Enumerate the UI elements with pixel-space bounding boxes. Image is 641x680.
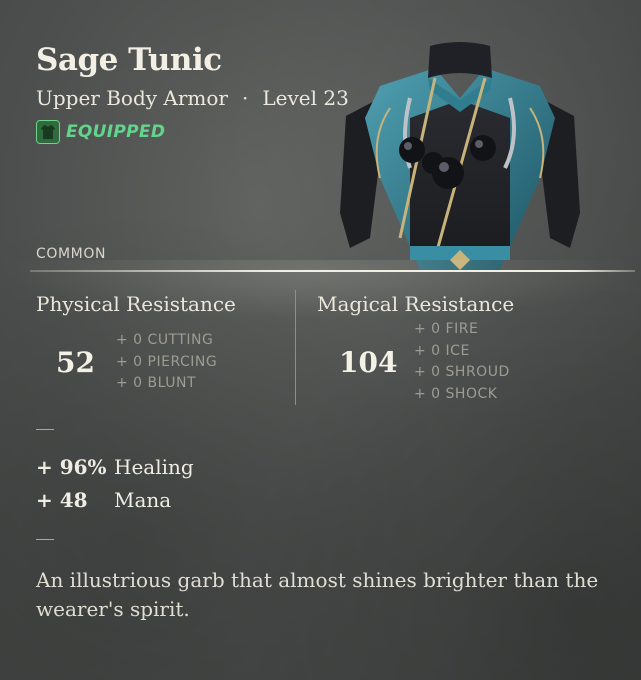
physical-resistance-value: 52	[56, 346, 95, 379]
piercing-resistance: + 0 PIERCING	[116, 353, 218, 370]
physical-subresistance-list: + 0 CUTTING + 0 PIERCING + 0 BLUNT	[116, 330, 217, 395]
bonus-value: + 48	[36, 488, 88, 512]
cutting-resistance: + 0 CUTTING	[116, 332, 214, 348]
item-name: Sage Tunic	[36, 42, 222, 78]
bonus-value: + 96%	[36, 455, 107, 479]
dash-divider	[36, 539, 54, 540]
physical-resistance-heading: Physical Resistance	[36, 292, 236, 316]
blunt-resistance: + 0 BLUNT	[116, 375, 197, 391]
equipped-badge: EQUIPPED	[36, 120, 165, 144]
equipped-label: EQUIPPED	[66, 122, 166, 142]
armor-tunic-image	[340, 38, 580, 270]
bonus-label: Healing	[114, 455, 194, 479]
dash-divider	[36, 429, 54, 430]
resistance-separator	[295, 290, 296, 405]
shroud-resistance: + 0 SHROUD	[414, 364, 510, 380]
magical-resistance-heading: Magical Resistance	[317, 292, 515, 316]
section-divider	[30, 270, 635, 272]
magical-subresistance-list: + 0 FIRE + 0 ICE + 0 SHROUD + 0 SHOCK	[414, 319, 510, 405]
shock-resistance: + 0 SHOCK	[414, 385, 498, 402]
shirt-icon	[36, 120, 60, 144]
item-subtitle: Upper Body Armor · Level 23	[36, 86, 349, 110]
separator-dot: ·	[241, 86, 249, 110]
magical-resistance-value: 104	[339, 346, 398, 379]
item-level: Level 23	[262, 86, 349, 110]
bonus-row-mana: + 48 Mana	[36, 488, 171, 512]
item-description: An illustrious garb that almost shines b…	[36, 568, 599, 621]
bonus-row-healing: + 96% Healing	[36, 455, 194, 479]
ice-resistance: + 0 ICE	[414, 342, 470, 359]
item-type: Upper Body Armor	[36, 86, 228, 110]
bonus-label: Mana	[114, 488, 172, 512]
fire-resistance: + 0 FIRE	[414, 321, 479, 337]
